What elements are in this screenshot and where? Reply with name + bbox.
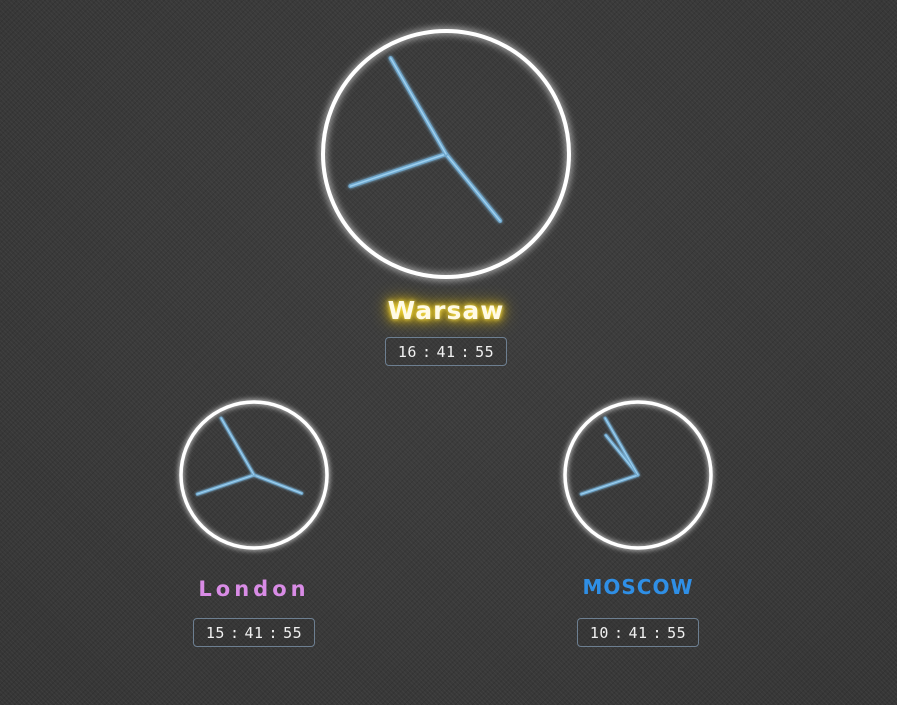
time-display-warsaw: 16:41:55 bbox=[384, 337, 508, 366]
clock-widget-london: London 15:41:55 bbox=[178, 399, 330, 647]
time-separator: : bbox=[460, 343, 471, 361]
time-separator: : bbox=[421, 343, 432, 361]
time-display-london: 15:41:55 bbox=[192, 618, 316, 647]
second-hand-core bbox=[389, 57, 447, 155]
second-hand-core bbox=[220, 417, 255, 476]
city-name-moscow: MOSCOW bbox=[582, 575, 694, 599]
time-display-moscow: 10:41:55 bbox=[576, 618, 700, 647]
time-hours: 16 bbox=[397, 343, 417, 361]
city-name-london: London bbox=[198, 577, 310, 601]
second-hand-core bbox=[604, 417, 639, 476]
minute-hand-core bbox=[349, 153, 447, 187]
hour-hand-core bbox=[445, 153, 501, 222]
time-minutes: 41 bbox=[244, 624, 264, 642]
time-seconds: 55 bbox=[667, 624, 687, 642]
clock-widget-warsaw: Warsaw 16:41:55 bbox=[320, 28, 572, 366]
time-hours: 15 bbox=[205, 624, 225, 642]
time-seconds: 55 bbox=[475, 343, 495, 361]
time-hours: 10 bbox=[589, 624, 609, 642]
city-name-warsaw: Warsaw bbox=[387, 296, 505, 325]
time-separator: : bbox=[229, 624, 240, 642]
minute-hand-core bbox=[580, 474, 639, 495]
time-separator: : bbox=[613, 624, 624, 642]
time-minutes: 41 bbox=[628, 624, 648, 642]
time-separator: : bbox=[652, 624, 663, 642]
clock-face-london bbox=[179, 400, 329, 550]
hour-hand-core bbox=[253, 474, 303, 494]
minute-hand-core bbox=[196, 474, 255, 495]
time-minutes: 41 bbox=[436, 343, 456, 361]
time-separator: : bbox=[268, 624, 279, 642]
clock-face-moscow bbox=[563, 400, 713, 550]
clock-face-warsaw bbox=[321, 29, 571, 279]
clock-widget-moscow: MOSCOW 10:41:55 bbox=[562, 399, 714, 647]
time-seconds: 55 bbox=[283, 624, 303, 642]
